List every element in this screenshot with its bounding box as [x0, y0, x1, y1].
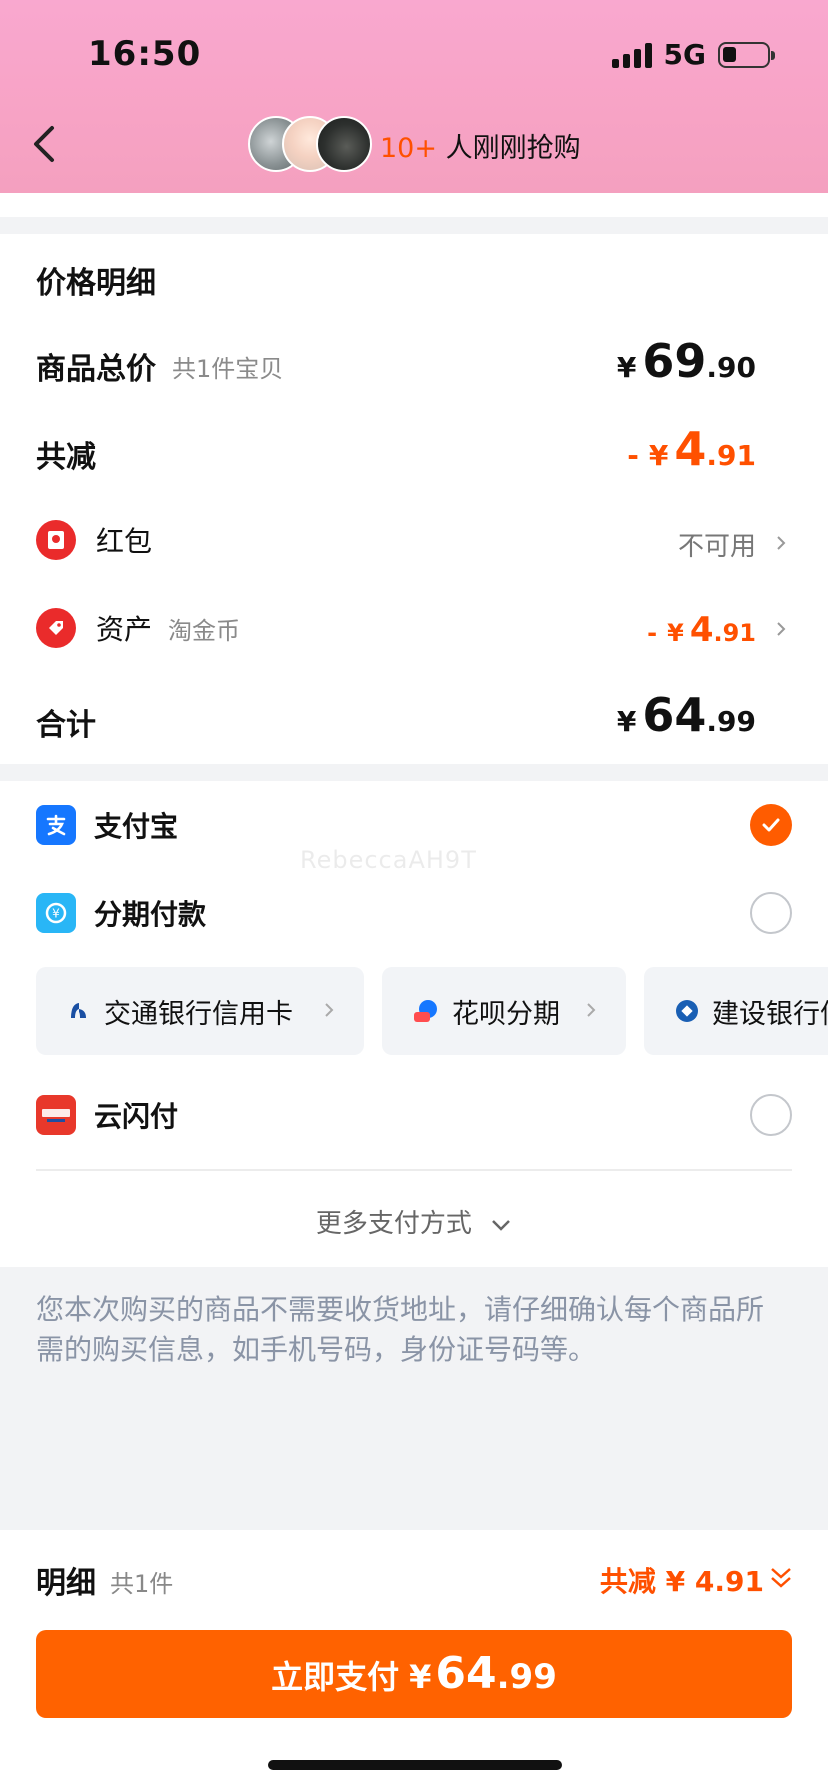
item-count: 共1件宝贝: [172, 354, 284, 383]
unionpay-option[interactable]: 云闪付: [36, 1085, 792, 1145]
chip-huabei[interactable]: 花呗分期: [382, 967, 626, 1055]
detail-count: 共1件: [110, 1570, 174, 1598]
unionpay-radio[interactable]: [750, 1094, 792, 1136]
bottom-bar: 明细 共1件 共减 ¥ 4.91 立即支付 ¥ 64 .99: [0, 1530, 828, 1792]
chip-label: 花呗分期: [452, 998, 560, 1030]
chevron-right-icon: [325, 1003, 334, 1017]
discount-total[interactable]: 共减 ¥ 4.91: [600, 1560, 764, 1600]
red-packet-label: 红包: [96, 525, 153, 558]
tag-icon: [36, 608, 76, 648]
top-card-edge: [0, 193, 828, 217]
unionpay-label: 云闪付: [94, 1100, 179, 1133]
bocom-logo-icon: [71, 1003, 86, 1018]
installment-chips: 交通银行信用卡 花呗分期 建设银行信用卡: [36, 967, 828, 1055]
chevron-down-icon: [492, 1220, 511, 1231]
chip-label: 交通银行信用卡: [104, 998, 293, 1030]
assets-sub: 淘金币: [168, 616, 241, 645]
subtotal-label: 商品总价: [36, 352, 156, 387]
buyers-text: 人刚刚抢购: [436, 133, 581, 164]
detail-label[interactable]: 明细: [36, 1558, 96, 1602]
chevron-left-icon: [34, 126, 54, 162]
back-button[interactable]: [26, 122, 66, 166]
installment-label: 分期付款: [94, 898, 207, 931]
header: 16:50 5G 10+ 人刚刚抢购: [0, 0, 828, 193]
pay-now-label: 立即支付: [271, 1658, 400, 1696]
price-detail-card: 价格明细 商品总价 共1件宝贝 ¥69.90 共减 -¥4.91 红包 不可用: [0, 234, 828, 764]
network-label: 5G: [663, 38, 706, 71]
red-packet-icon: [36, 520, 76, 560]
chip-label: 建设银行信用卡: [712, 998, 828, 1030]
recent-buyers-text: 10+ 人刚刚抢购: [380, 126, 581, 165]
alipay-radio-checked[interactable]: [750, 804, 792, 846]
price-detail-title: 价格明细: [36, 266, 156, 301]
watermark: RebeccaAH9T: [300, 846, 477, 874]
huabei-icon: [414, 1000, 437, 1022]
buyers-count: 10+: [380, 133, 437, 164]
pay-amount-int: 64: [435, 1648, 497, 1699]
more-payment-label: 更多支付方式: [315, 1209, 472, 1239]
address-notice: 您本次购买的商品不需要收货地址，请仔细确认每个商品所需的购买信息，如手机号码，身…: [36, 1293, 765, 1366]
more-payment-methods[interactable]: 更多支付方式: [0, 1203, 828, 1240]
ccb-logo-icon: [676, 1000, 698, 1022]
svg-text:¥: ¥: [52, 907, 60, 921]
checkout-page: 16:50 5G 10+ 人刚刚抢购 价格明细 商品总价 共1件宝贝 ¥ 69 …: [0, 0, 828, 1792]
installment-icon: ¥: [36, 893, 76, 933]
divider: [36, 1169, 792, 1171]
buyer-avatars: [248, 116, 372, 174]
chip-bocom-credit[interactable]: 交通银行信用卡: [36, 967, 364, 1055]
avatar: [316, 116, 372, 172]
discount-label: 共减: [36, 440, 96, 475]
installment-option[interactable]: ¥ 分期付款: [36, 883, 792, 943]
double-chevron-down-icon[interactable]: [768, 1564, 794, 1592]
red-packet-status: 不可用: [677, 532, 756, 562]
total-label: 合计: [36, 708, 96, 743]
alipay-label: 支付宝: [94, 810, 179, 843]
assets-label: 资产: [96, 613, 153, 646]
pay-amount-dec: .99: [496, 1657, 557, 1697]
discount-price: - ¥4.91: [627, 422, 756, 476]
assets-price: - ¥4.91: [647, 610, 756, 650]
pay-now-button[interactable]: 立即支付 ¥ 64 .99: [36, 1630, 792, 1718]
installment-radio[interactable]: [750, 892, 792, 934]
home-indicator[interactable]: [268, 1760, 562, 1770]
alipay-icon: [36, 805, 76, 845]
status-icons: 5G: [611, 38, 775, 71]
status-time: 16:50: [88, 34, 202, 74]
unionpay-icon: [36, 1095, 76, 1135]
total-price: ¥64.99: [616, 688, 756, 742]
signal-icon: [611, 42, 652, 68]
chip-ccb-credit[interactable]: 建设银行信用卡: [644, 967, 828, 1055]
chevron-right-icon: [777, 536, 786, 550]
pay-yen: ¥: [409, 1658, 432, 1696]
chevron-right-icon: [777, 622, 786, 636]
battery-icon: [718, 41, 775, 68]
check-icon: [762, 818, 780, 832]
subtotal-price: ¥69.90: [616, 334, 756, 388]
chevron-right-icon: [587, 1003, 596, 1017]
